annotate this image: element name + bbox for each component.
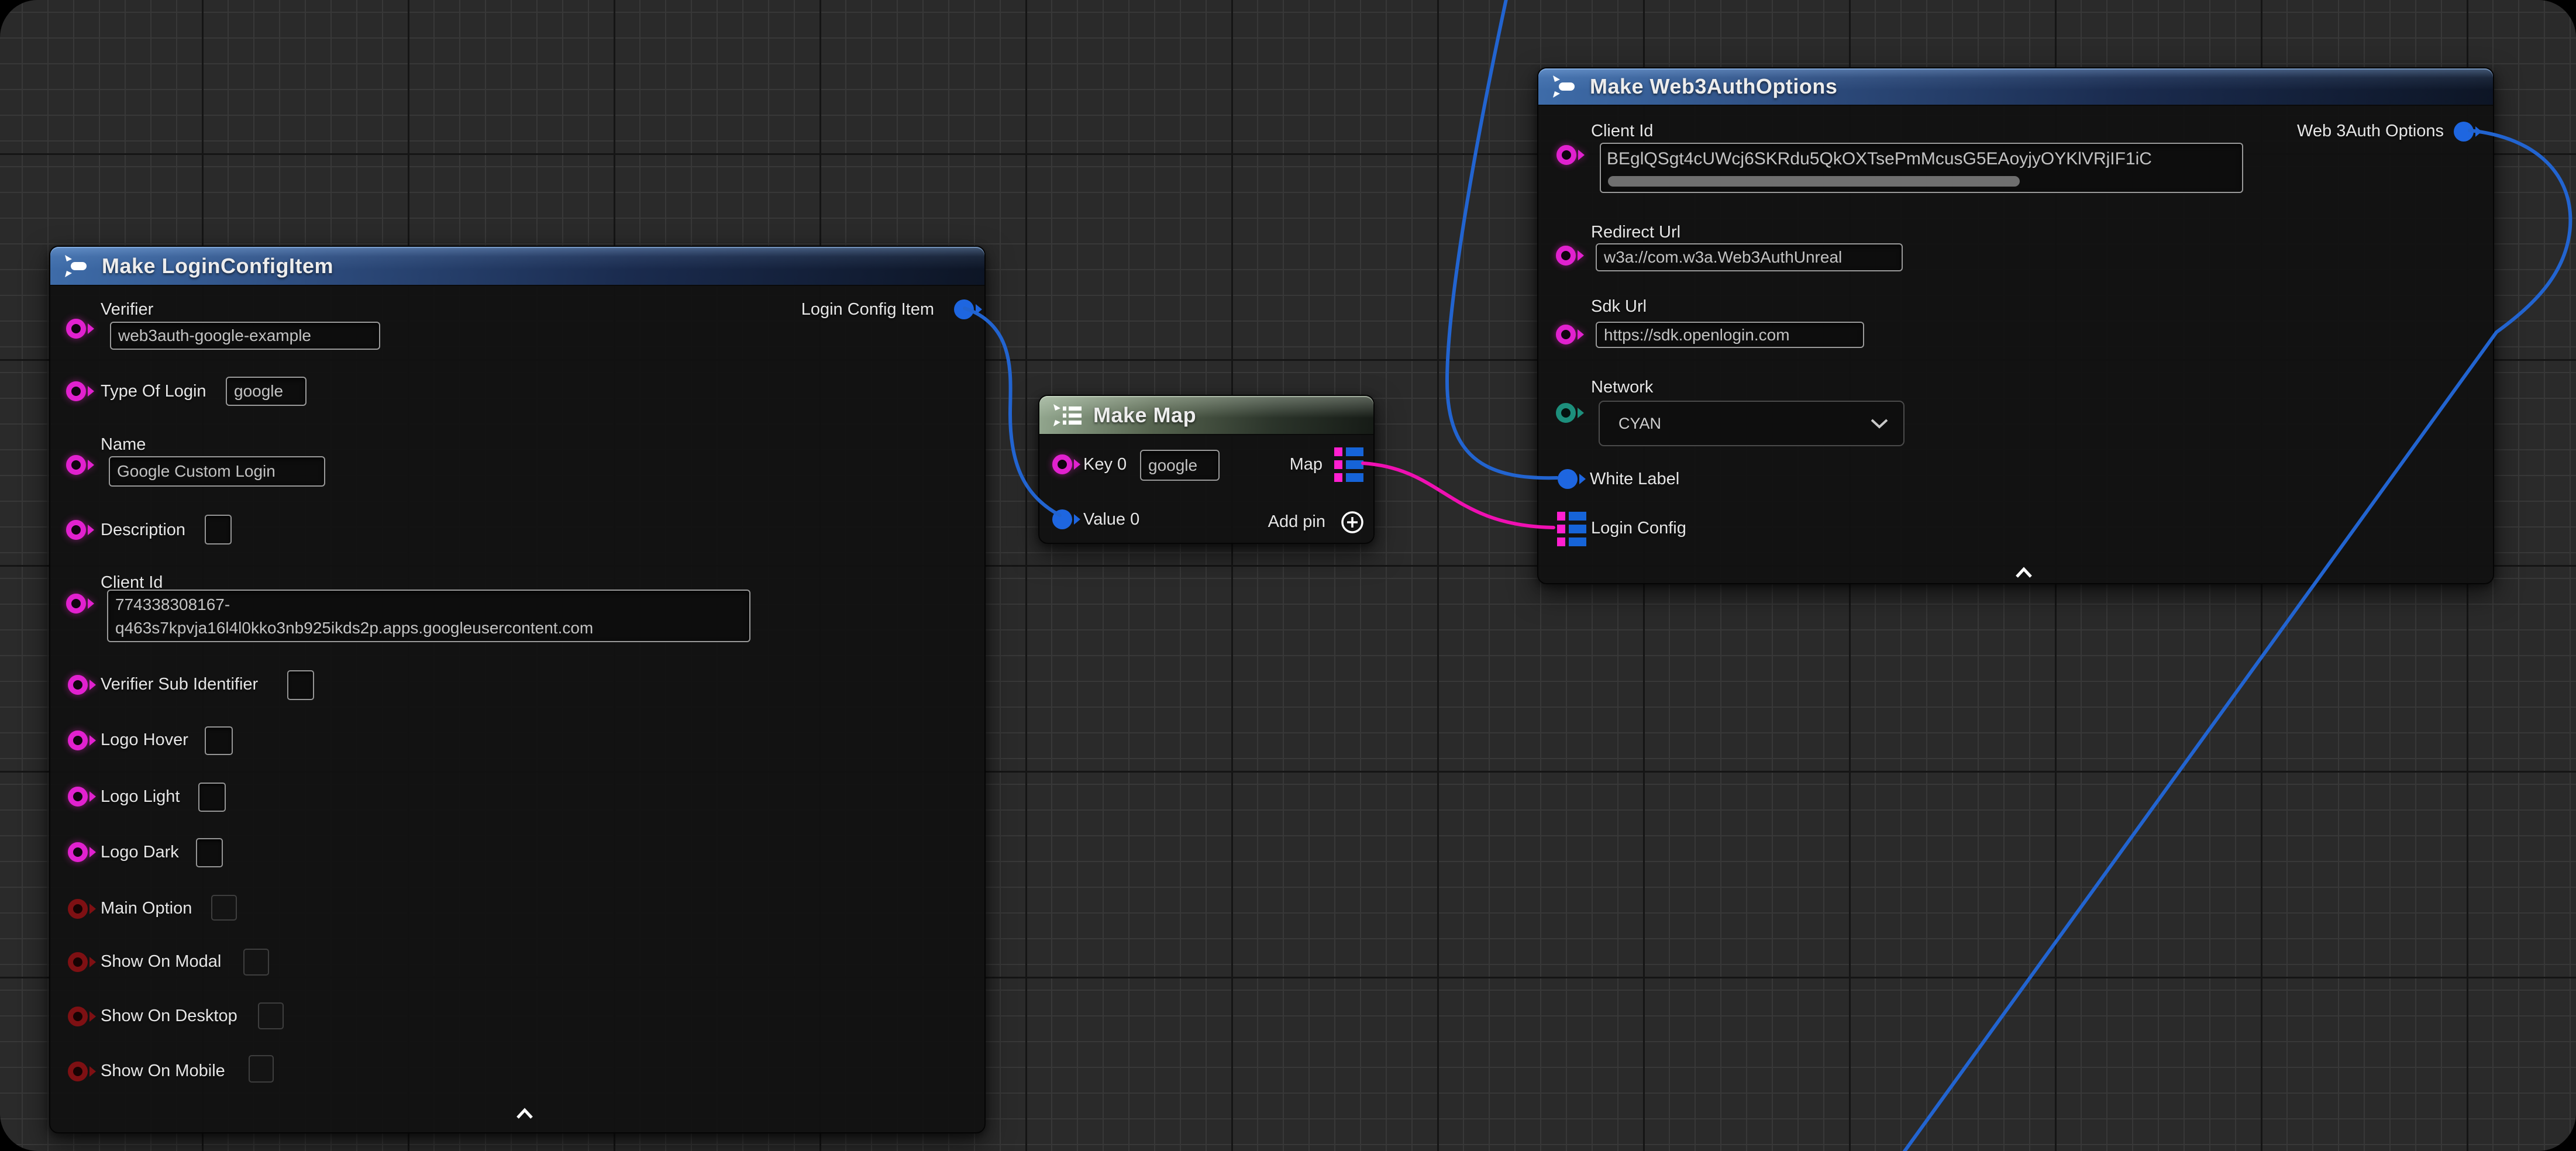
client-id-line2: q463s7kpvja16l4l0kko3nb925ikds2p.apps.go… [108,616,749,640]
pin-label-network: Network [1591,374,1653,400]
sdk-url-input[interactable] [1596,322,1864,348]
pin-label-verifier: Verifier [101,297,153,322]
pin-label-login-config: Login Config [1591,515,1686,541]
input-pin-description[interactable] [66,520,86,540]
logo-dark-input[interactable] [196,838,223,867]
input-pin-name[interactable] [66,455,86,475]
node-title: Make Map [1093,403,1196,428]
make-struct-icon [1550,73,1580,100]
pin-label-description: Description [101,517,185,543]
node-make-web3authoptions[interactable]: Make Web3AuthOptions Web 3Auth Options C… [1537,67,2494,584]
input-pin-white-label[interactable] [1558,469,1578,489]
make-map-icon [1051,402,1084,429]
node-header[interactable]: Make LoginConfigItem [50,247,984,286]
input-pin-key0[interactable] [1052,454,1072,474]
pin-label-login-config-item: Login Config Item [801,297,934,322]
redirect-url-input[interactable] [1596,243,1903,271]
pin-label-show-on-modal: Show On Modal [101,949,221,974]
pin-label-show-on-desktop: Show On Desktop [101,1003,237,1029]
input-pin-verifier[interactable] [66,319,86,339]
input-pin-logo-dark[interactable] [68,842,88,862]
description-input[interactable] [205,515,232,545]
name-input[interactable] [109,456,325,487]
output-pin-login-config-item[interactable] [954,299,974,319]
collapse-node-chevron-icon[interactable] [2012,566,2036,580]
input-pin-network[interactable] [1556,403,1576,423]
chevron-down-icon [1869,418,1889,429]
wire-map-to-login-config[interactable] [1363,463,1554,528]
pin-label-sdk-url: Sdk Url [1591,294,1647,319]
client-id-input[interactable]: 774338308167- q463s7kpvja16l4l0kko3nb925… [107,590,750,642]
input-pin-verifier-sub-identifier[interactable] [68,675,88,695]
input-pin-main-option[interactable] [68,899,88,919]
pin-label-show-on-mobile: Show On Mobile [101,1058,225,1084]
input-pin-type-of-login[interactable] [66,381,86,401]
pin-label-redirect-url: Redirect Url [1591,219,1680,245]
show-on-desktop-checkbox[interactable] [258,1002,284,1029]
input-pin-redirect-url[interactable] [1556,246,1576,266]
pin-label-logo-dark: Logo Dark [101,839,179,865]
output-pin-map[interactable] [1334,447,1363,482]
pin-label-map: Map [1290,452,1323,477]
network-selected-value: CYAN [1618,415,1661,433]
pin-label-name: Name [101,432,146,457]
pin-label-white-label: White Label [1590,466,1679,492]
collapse-node-chevron-icon[interactable] [513,1107,536,1121]
client-id-horizontal-scrollbar[interactable] [1608,176,2020,187]
input-pin-client-id[interactable] [1556,145,1576,165]
node-title: Make Web3AuthOptions [1590,74,1837,99]
input-pin-sdk-url[interactable] [1556,325,1576,344]
add-pin-plus-icon[interactable] [1339,509,1365,535]
key0-input[interactable] [1140,450,1220,481]
show-on-modal-checkbox[interactable] [243,949,269,976]
pin-label-value0: Value 0 [1083,506,1139,532]
node-make-loginconfigitem[interactable]: Make LoginConfigItem Login Config Item V… [49,246,986,1133]
input-pin-logo-light[interactable] [68,787,88,807]
pin-label-logo-light: Logo Light [101,784,180,809]
node-make-map[interactable]: Make Map Key 0 Map Value 0 Add pin [1038,395,1375,544]
logo-light-input[interactable] [198,783,226,812]
logo-hover-input[interactable] [205,726,233,755]
node-title: Make LoginConfigItem [102,254,333,278]
node-header[interactable]: Make Map [1039,396,1373,435]
show-on-mobile-checkbox[interactable] [249,1055,274,1083]
add-pin-label[interactable]: Add pin [1268,509,1325,535]
main-option-checkbox[interactable] [211,895,237,921]
client-id-line1: 774338308167- [108,591,749,616]
pin-label-verifier-sub-identifier: Verifier Sub Identifier [101,671,258,697]
pin-label-logo-hover: Logo Hover [101,727,188,753]
pin-label-key0: Key 0 [1083,452,1127,477]
input-pin-value0[interactable] [1052,509,1072,529]
verifier-sub-identifier-input[interactable] [287,670,314,700]
input-pin-login-config[interactable] [1557,512,1586,546]
output-pin-web3auth-options[interactable] [2454,122,2474,142]
client-id-input[interactable] [1601,146,2242,172]
pin-label-main-option: Main Option [101,895,192,921]
input-pin-show-on-modal[interactable] [68,952,88,972]
verifier-input[interactable] [110,322,380,350]
make-struct-icon [62,253,92,280]
pin-label-web3auth-options: Web 3Auth Options [2297,118,2444,144]
pin-label-client-id: Client Id [1591,118,1653,144]
type-of-login-input[interactable] [226,377,306,406]
input-pin-show-on-mobile[interactable] [68,1062,88,1081]
network-dropdown[interactable]: CYAN [1599,401,1905,446]
input-pin-client-id[interactable] [66,594,86,614]
input-pin-show-on-desktop[interactable] [68,1007,88,1026]
node-header[interactable]: Make Web3AuthOptions [1538,68,2493,106]
blueprint-graph-canvas[interactable]: Make LoginConfigItem Login Config Item V… [0,0,2576,1151]
client-id-input-box[interactable] [1600,143,2243,193]
input-pin-logo-hover[interactable] [68,730,88,750]
pin-label-type-of-login: Type Of Login [101,378,206,404]
